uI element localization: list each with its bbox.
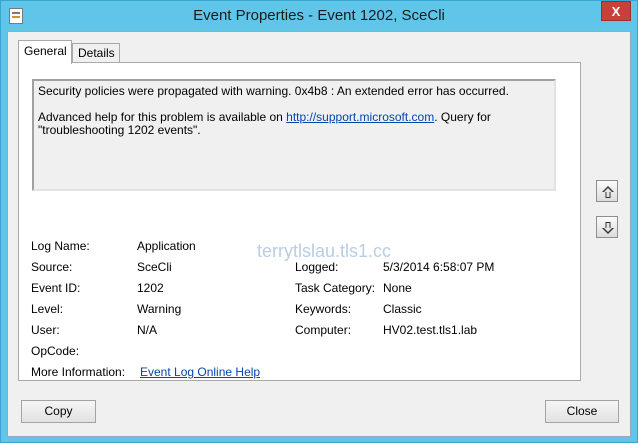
dialog-body: General Details Security policies were p… — [7, 31, 631, 437]
level-label: Level: — [31, 302, 64, 316]
next-event-button[interactable] — [596, 216, 618, 238]
logged-value: 5/3/2014 6:58:07 PM — [383, 260, 495, 274]
arrow-down-icon — [602, 222, 614, 234]
help-suffix: . Query for — [434, 110, 491, 124]
window-title: Event Properties - Event 1202, SceCli — [193, 7, 445, 24]
log-name-label: Log Name: — [31, 239, 90, 253]
copy-button[interactable]: Copy — [21, 400, 96, 423]
source-value: SceCli — [137, 260, 172, 274]
description-text: Security policies were propagated with w… — [38, 84, 509, 98]
window-close-button[interactable]: X — [601, 1, 631, 21]
computer-value: HV02.test.tls1.lab — [383, 323, 478, 337]
event-properties-window: Event Properties - Event 1202, SceCli X … — [0, 0, 638, 443]
close-button[interactable]: Close — [545, 400, 619, 423]
logged-label: Logged: — [295, 260, 339, 274]
tab-details[interactable]: Details — [72, 43, 120, 63]
log-name-value: Application — [137, 239, 196, 253]
opcode-label: OpCode: — [31, 344, 80, 358]
event-id-value: 1202 — [137, 281, 164, 295]
keywords-value: Classic — [383, 302, 422, 316]
event-log-online-help-link[interactable]: Event Log Online Help — [140, 365, 260, 379]
help-query: "troubleshooting 1202 events". — [38, 123, 201, 137]
tab-general[interactable]: General — [18, 40, 72, 64]
level-value: Warning — [137, 302, 182, 316]
computer-label: Computer: — [295, 323, 352, 337]
watermark: terrytlslau.tls1.cc — [257, 241, 392, 261]
title-bar[interactable]: Event Properties - Event 1202, SceCli X — [1, 1, 637, 31]
keywords-label: Keywords: — [295, 302, 352, 316]
event-description-box[interactable]: Security policies were propagated with w… — [32, 79, 556, 191]
help-text: Advanced help for this problem is availa… — [38, 111, 550, 137]
support-link[interactable]: http://support.microsoft.com — [286, 110, 434, 124]
help-prefix: Advanced help for this problem is availa… — [38, 110, 287, 124]
source-label: Source: — [31, 260, 73, 274]
general-tab-panel: Security policies were propagated with w… — [18, 62, 581, 381]
user-value: N/A — [137, 323, 158, 337]
user-label: User: — [31, 323, 60, 337]
task-category-value: None — [383, 281, 412, 295]
event-id-label: Event ID: — [31, 281, 81, 295]
task-category-label: Task Category: — [295, 281, 376, 295]
arrow-up-icon — [602, 186, 614, 198]
previous-event-button[interactable] — [596, 180, 618, 202]
more-information-label: More Information: — [31, 365, 126, 379]
